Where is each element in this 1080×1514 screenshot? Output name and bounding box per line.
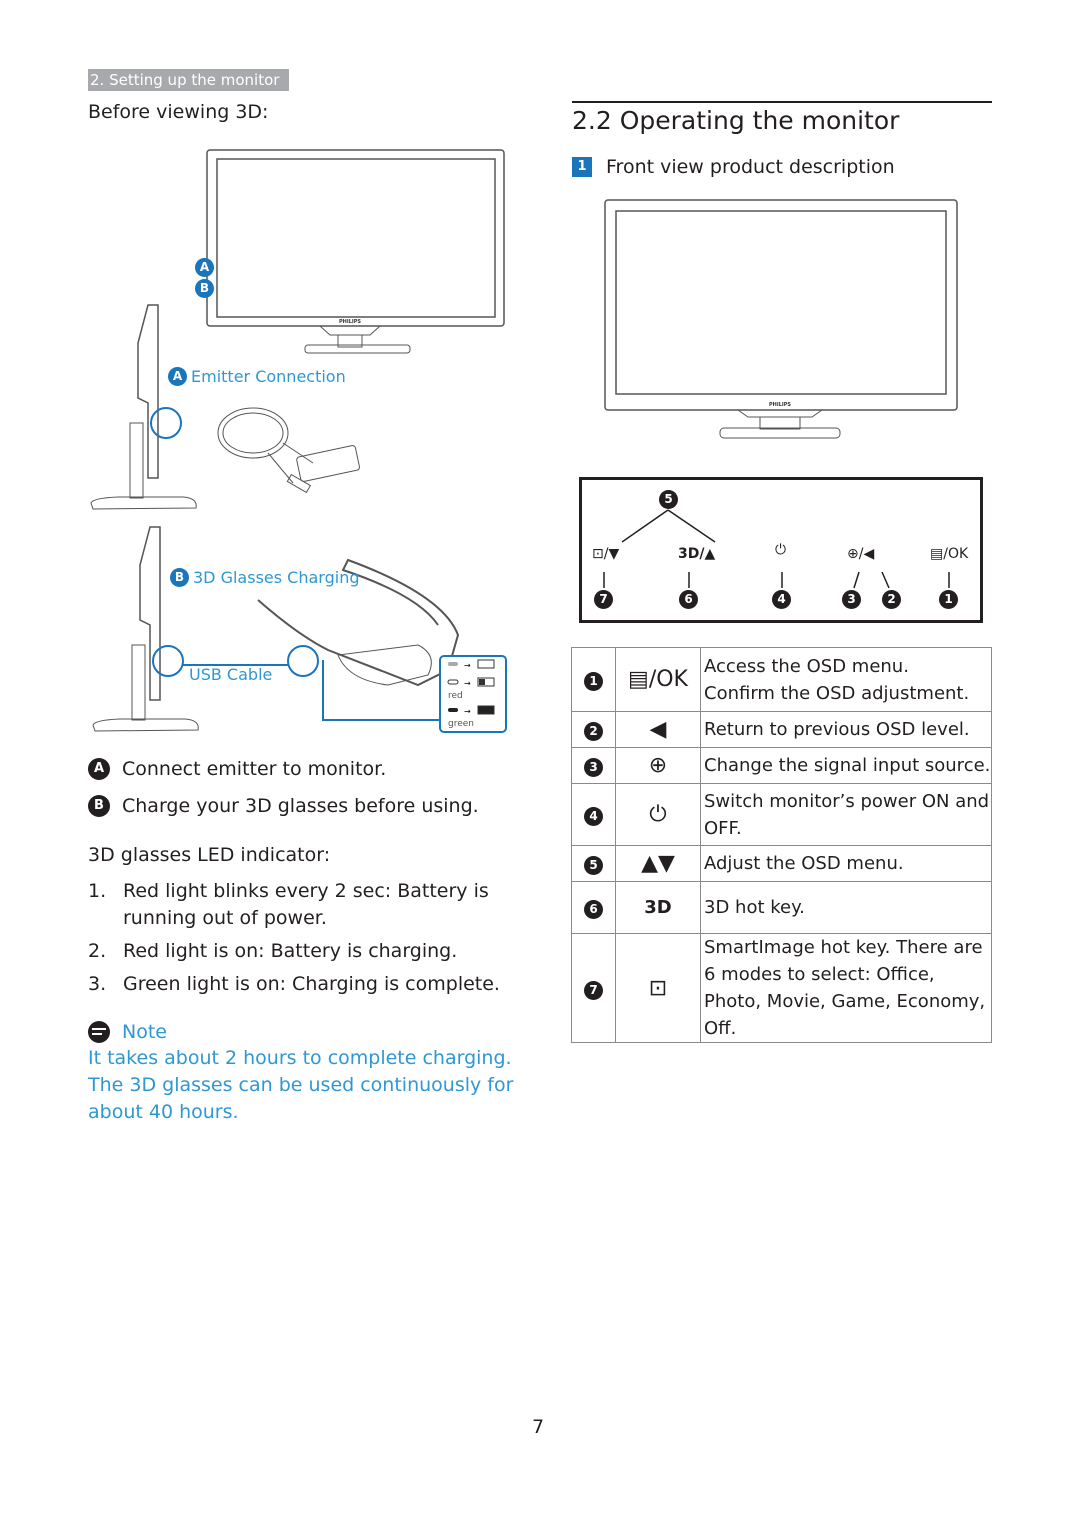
input-left-button: ⊕/◀ bbox=[847, 546, 875, 562]
note-text: It takes about 2 hours to complete charg… bbox=[88, 1047, 514, 1123]
smartimage-down-button: ⊡/▼ bbox=[592, 546, 620, 562]
emitter-illustration bbox=[90, 304, 360, 510]
svg-text:red: red bbox=[448, 691, 463, 701]
badge-1: 1 bbox=[939, 590, 958, 609]
page-number: 7 bbox=[532, 1416, 545, 1438]
note-icon bbox=[88, 1021, 110, 1043]
badge-3: 3 bbox=[842, 590, 861, 609]
before-viewing-heading: Before viewing 3D: bbox=[88, 101, 269, 123]
subsection-number: 1 bbox=[572, 157, 592, 177]
table-row: 3 ⊕ Change the signal input source. bbox=[571, 747, 992, 784]
table-row: 2 ◀ Return to previous OSD level. bbox=[571, 711, 992, 748]
led-indicator-list: 1. Red light blinks every 2 sec: Battery … bbox=[88, 878, 528, 1004]
menu-ok-button: ▤/OK bbox=[930, 546, 969, 562]
smartimage-icon: ⊡ bbox=[615, 933, 701, 1043]
usb-cable-label: USB Cable bbox=[189, 665, 273, 684]
table-row: 5 ▲▼ Adjust the OSD menu. bbox=[571, 845, 992, 882]
glasses-charging-illustration: → → red → green bbox=[92, 526, 507, 733]
badge-2: 2 bbox=[882, 590, 901, 609]
table-row: 4 ⏻ Switch monitor’s power ON and OFF. bbox=[571, 783, 992, 846]
step-b: B Charge your 3D glasses before using. bbox=[88, 795, 479, 817]
step-a: A Connect emitter to monitor. bbox=[88, 758, 386, 780]
badge-7: 7 bbox=[594, 590, 613, 609]
svg-text:→: → bbox=[464, 679, 471, 688]
svg-text:→: → bbox=[464, 661, 471, 670]
table-row: 1 ▤/OK Access the OSD menu. Confirm the … bbox=[571, 647, 992, 712]
callout-a: A bbox=[195, 256, 214, 277]
svg-text:PHILIPS: PHILIPS bbox=[769, 402, 791, 408]
control-panel-diagram: 5 ⊡/▼ 3D/▲ ⏻ ⊕/◀ ▤/OK 7 6 4 3 2 1 bbox=[579, 477, 983, 623]
led-indicator-heading: 3D glasses LED indicator: bbox=[88, 844, 331, 866]
note-heading: Note bbox=[88, 1021, 167, 1043]
subsection-heading: 1 Front view product description bbox=[572, 156, 895, 178]
power-icon: ⏻ bbox=[775, 542, 787, 558]
emitter-connection-label: A Emitter Connection bbox=[168, 367, 346, 386]
3d-icon: 3D bbox=[615, 881, 701, 934]
list-item: 2. Red light is on: Battery is charging. bbox=[88, 940, 458, 962]
list-item: 3. Green light is on: Charging is complet… bbox=[88, 973, 500, 995]
power-icon: ⏻ bbox=[615, 783, 701, 846]
table-row: 6 3D 3D hot key. bbox=[571, 881, 992, 934]
badge-6: 6 bbox=[679, 590, 698, 609]
3d-up-button: 3D/▲ bbox=[678, 546, 716, 562]
svg-text:green: green bbox=[448, 719, 474, 729]
section-tab: 2. Setting up the monitor bbox=[88, 69, 290, 91]
list-item: 1. Red light blinks every 2 sec: Battery … bbox=[88, 880, 489, 929]
monitor-front-view: PHILIPS bbox=[604, 199, 958, 439]
controls-table: 1 ▤/OK Access the OSD menu. Confirm the … bbox=[571, 647, 992, 1043]
svg-text:→: → bbox=[464, 707, 471, 716]
callout-b: B bbox=[195, 277, 214, 298]
menu-icon: ▤/OK bbox=[615, 647, 701, 712]
table-row: 7 ⊡ SmartImage hot key. There are 6 mode… bbox=[571, 933, 992, 1043]
up-down-icon: ▲▼ bbox=[615, 845, 701, 882]
input-icon: ⊕ bbox=[615, 747, 701, 784]
left-triangle-icon: ◀ bbox=[615, 711, 701, 748]
badge-4: 4 bbox=[772, 590, 791, 609]
glasses-charging-label: B 3D Glasses Charging bbox=[170, 568, 359, 587]
section-title: 2.2 Operating the monitor bbox=[572, 101, 992, 135]
badge-5: 5 bbox=[659, 490, 678, 509]
